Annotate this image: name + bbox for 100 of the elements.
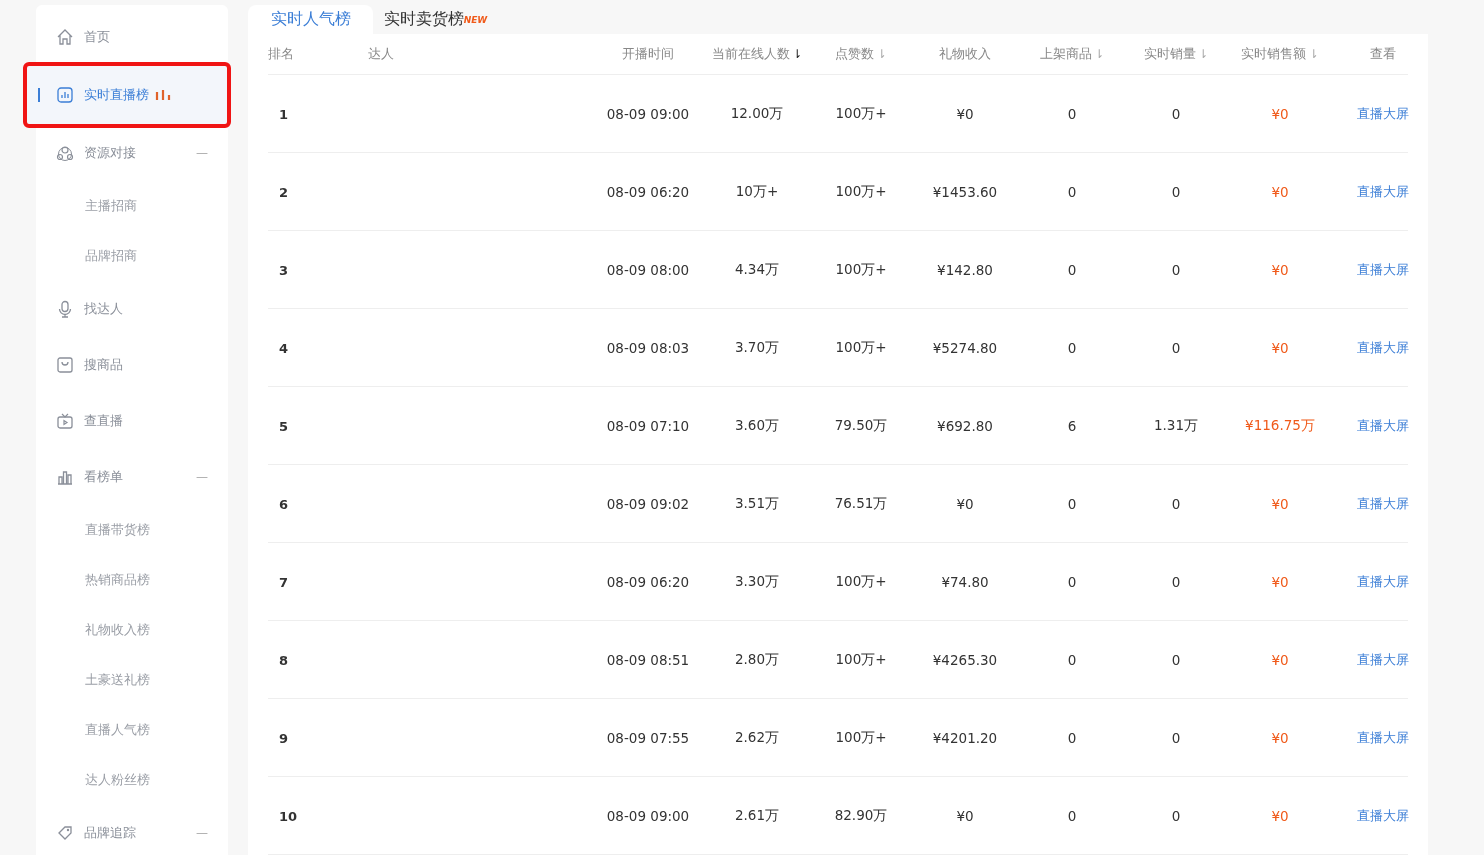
table-cell: ¥4201.20 [932,729,998,746]
rank-cell: 9 [279,730,289,746]
table-cell: ¥142.80 [937,261,993,278]
rank-cell: 2 [279,184,289,200]
table-cell: ¥5274.80 [932,339,998,356]
collapse-toggle[interactable]: — [196,826,208,840]
table-cell: 100万+ [835,260,887,277]
table-cell: 2.62万 [734,728,780,745]
rank-cell: 1 [279,106,289,122]
table-cell: 82.90万 [834,806,888,823]
table-cell: ¥692.80 [937,417,993,434]
table-cell: ¥0 [956,105,974,122]
column-header: 实时销量⇂ [1142,45,1210,63]
table-cell: 12.00万 [730,104,784,121]
table-cell: 2.61万 [734,806,780,823]
screen-link[interactable]: 直播大屏 [1357,261,1409,277]
sidebar-subitem[interactable]: 主播招商 [36,181,228,231]
sidebar-subitem[interactable]: 礼物收入榜 [36,605,228,655]
sidebar-subitem[interactable]: 达人粉丝榜 [36,755,228,805]
sidebar-label: 首页 [84,28,110,46]
revenue-cell: ¥0 [1271,339,1289,356]
rank-cell: 7 [279,574,289,590]
screen-link[interactable]: 直播大屏 [1357,495,1409,511]
screen-link[interactable]: 直播大屏 [1357,807,1409,823]
sidebar-item[interactable]: 看榜单 — [36,449,228,505]
table-cell: 0 [1171,807,1181,824]
tag-icon [56,824,74,842]
table-cell: 0 [1067,105,1077,122]
bar-chart-icon [56,468,74,486]
table-cell: 0 [1171,651,1181,668]
table-cell: ¥0 [956,495,974,512]
screen-link[interactable]: 直播大屏 [1357,729,1409,745]
collapse-toggle[interactable]: — [196,470,208,484]
table-cell: 08-09 06:20 [606,183,690,200]
sidebar-subitem[interactable]: 热销商品榜 [36,555,228,605]
screen-link[interactable]: 直播大屏 [1357,573,1409,589]
sidebar-label: 查直播 [84,412,123,430]
rank-cell: 10 [279,808,298,824]
table-cell: 2.80万 [734,650,780,667]
bag-icon [56,356,74,374]
home-icon [56,28,74,46]
table-cell: 08-09 08:03 [606,339,690,356]
sidebar-label: 资源对接 [84,144,136,162]
sidebar-item[interactable]: 实时直播榜 [26,65,228,125]
table-cell: 3.60万 [734,416,780,433]
table-cell: 1.31万 [1153,416,1199,433]
table-cell: 08-09 09:00 [606,807,690,824]
revenue-cell: ¥0 [1271,183,1289,200]
table-cell: 08-09 09:02 [606,495,690,512]
table-cell: 76.51万 [834,494,888,511]
revenue-cell: ¥116.75万 [1245,416,1315,433]
sidebar-subitem[interactable]: 土豪送礼榜 [36,655,228,705]
tab[interactable]: 实时人气榜 [248,5,373,34]
sidebar-subitem[interactable]: 直播人气榜 [36,705,228,755]
revenue-cell: ¥0 [1271,729,1289,746]
table-cell: 6 [1067,417,1077,434]
screen-link[interactable]: 直播大屏 [1357,417,1409,433]
sidebar-label: 找达人 [84,300,123,318]
table-cell: 3.51万 [734,494,780,511]
table-cell: 100万+ [835,182,887,199]
screen-link[interactable]: 直播大屏 [1357,651,1409,667]
table-cell: 0 [1171,573,1181,590]
sidebar-item[interactable]: 搜商品 [36,337,228,393]
column-header: 实时销售额⇂ [1240,45,1320,63]
network-icon [56,144,74,162]
screen-link[interactable]: 直播大屏 [1357,105,1409,121]
sidebar-item[interactable]: 找达人 [36,281,228,337]
column-header: 达人 [367,45,395,63]
sidebar-subitem[interactable]: 品牌招商 [36,231,228,281]
table-cell: 08-09 08:51 [606,651,690,668]
table-cell: 0 [1067,807,1077,824]
revenue-cell: ¥0 [1271,105,1289,122]
table-cell: 0 [1067,339,1077,356]
bar-chart-icon [56,86,74,104]
table-cell: ¥74.80 [941,573,989,590]
sidebar-label: 看榜单 [84,468,123,486]
rank-cell: 4 [279,340,289,356]
sidebar-item[interactable]: 查直播 [36,393,228,449]
sidebar-item[interactable]: 资源对接 — [36,125,228,181]
table-cell: 0 [1171,729,1181,746]
table-cell: 0 [1171,183,1181,200]
column-header: 礼物收入 [938,45,992,63]
table-cell: 100万+ [835,104,887,121]
table-cell: 08-09 09:00 [606,105,690,122]
table-cell: 0 [1067,729,1077,746]
sidebar-item[interactable]: 首页 [36,9,228,65]
table-cell: 79.50万 [834,416,888,433]
rank-cell: 3 [279,262,289,278]
microphone-icon [56,300,74,318]
table-cell: 100万+ [835,572,887,589]
table-cell: 3.70万 [734,338,780,355]
sidebar-subitem[interactable]: 直播带货榜 [36,505,228,555]
column-header: 开播时间 [621,45,675,63]
new-label: NEW [463,15,488,25]
table-cell: 0 [1171,495,1181,512]
collapse-toggle[interactable]: — [196,146,208,160]
screen-link[interactable]: 直播大屏 [1357,183,1409,199]
sidebar-label: 品牌追踪 [84,824,136,842]
sidebar-item[interactable]: 品牌追踪 — [36,805,228,855]
screen-link[interactable]: 直播大屏 [1357,339,1409,355]
